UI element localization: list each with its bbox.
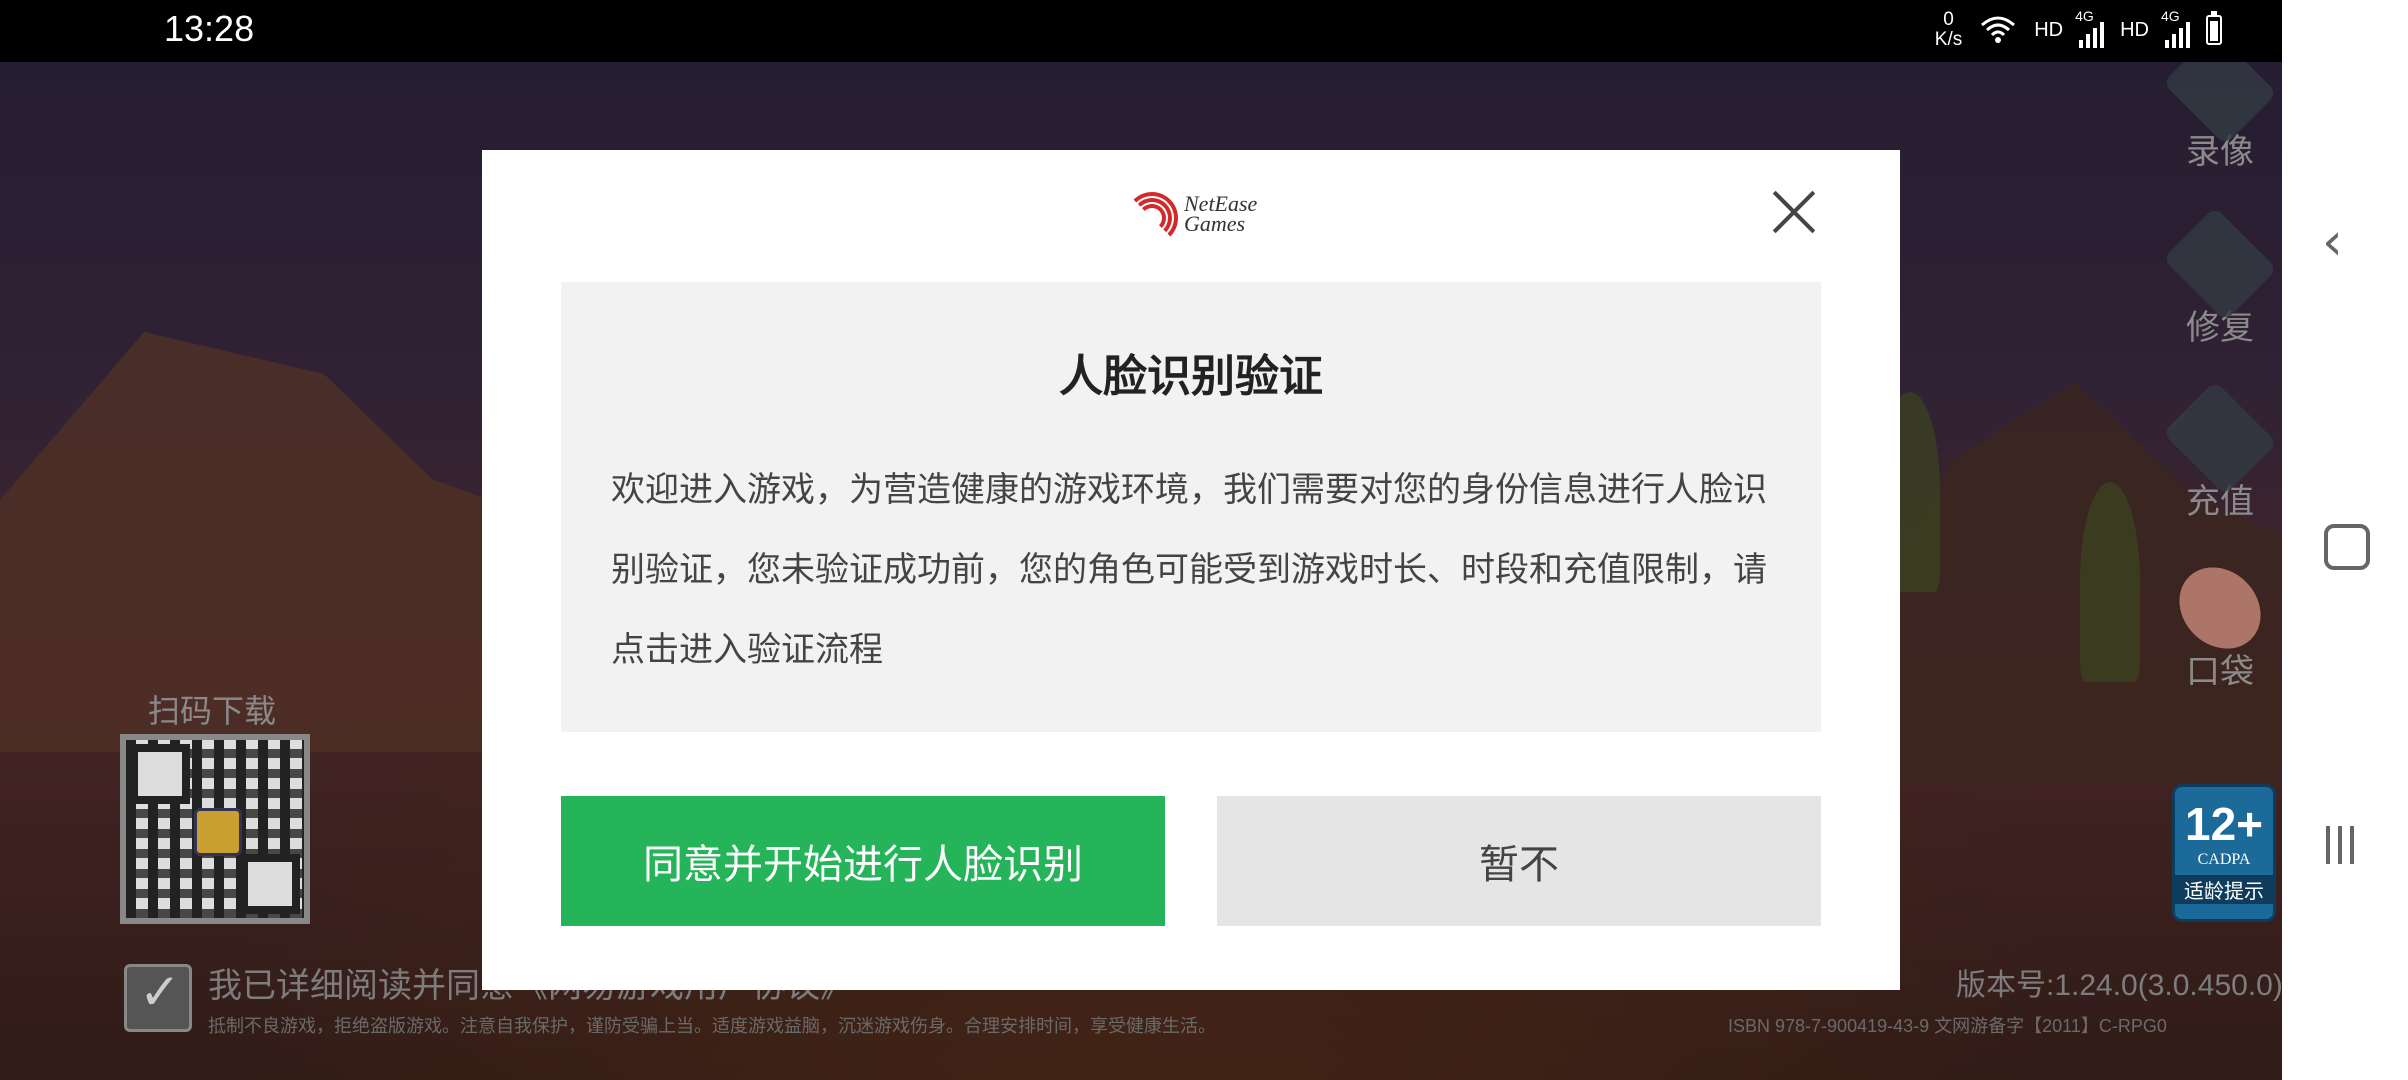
netease-logo-icon [1118,186,1190,244]
side-menu-repair[interactable]: 修复 [2160,206,2280,349]
isbn-label: ISBN 978-7-900419-43-9 文网游备字【2011】C-RPG0 [1728,1016,2167,1036]
recents-icon[interactable] [2326,826,2354,864]
dialog-content: 人脸识别验证 欢迎进入游戏，为营造健康的游戏环境，我们需要对您的身份信息进行人脸… [561,282,1821,732]
signal-label-1: 4G [2075,8,2094,24]
signal-icon: 4G [2161,8,2190,48]
side-menu-recharge[interactable]: 充值 [2160,380,2280,523]
net-speed-value: 0 [1943,9,1954,30]
age-rating-number: 12+ [2184,798,2264,850]
net-speed: 0 K/s [1935,10,1962,50]
agree-face-recognition-button[interactable]: 同意并开始进行人脸识别 [561,796,1165,926]
side-menu-pocket[interactable]: 口袋 [2160,550,2280,693]
logo-line-2: Games [1184,211,1246,236]
agreement-checkbox[interactable]: ✓ [124,963,192,1032]
hd-label-2: HD [2120,18,2149,41]
netease-logo-text: NetEase Games [1184,193,1257,236]
dialog-body: 欢迎进入游戏，为营造健康的游戏环境，我们需要对您的身份信息进行人脸识别验证，您未… [611,470,1767,670]
version-label: 版本号:1.24.0(3.0.450.0) [1956,969,2283,1002]
age-rating-org: CADPA [2197,851,2251,868]
side-menu-pocket-label: 口袋 [2186,652,2254,692]
face-verification-dialog: NetEase Games 人脸识别验证 欢迎进入游戏，为营造健康的游戏环境，我… [482,150,1900,990]
home-icon[interactable] [2324,524,2370,570]
age-rating-badge[interactable]: 12+ CADPA 适龄提示 [2172,784,2276,922]
qr-code [120,734,310,924]
not-now-button[interactable]: 暂不 [1217,796,1821,926]
back-icon[interactable]: ‹ [2322,212,2343,272]
status-icons: 0 K/s HD 4G HD 4G [1935,8,2222,50]
signal-icon: 4G [2075,8,2105,48]
qr-label: 扫码下载 [148,692,277,730]
side-menu-record[interactable]: 录像 [2160,62,2280,173]
qr-badge [194,808,242,856]
navigation-bar: ‹ [2282,0,2408,1080]
age-rating-hint: 适龄提示 [2175,875,2273,904]
hd-label-1: HD [2034,18,2064,41]
signal-label-2: 4G [2161,8,2180,24]
close-icon[interactable] [1772,190,1816,234]
wifi-icon [1981,16,2016,43]
check-icon: ✓ [139,963,181,1021]
netease-logo: NetEase Games [1118,186,1257,244]
health-notice: 抵制不良游戏，拒绝盗版游戏。注意自我保护，谨防受骗上当。适度游戏益脑，沉迷游戏伤… [208,1016,1216,1037]
status-time: 13:28 [164,8,255,49]
dialog-title: 人脸识别验证 [1059,351,1323,402]
battery-icon [2206,11,2222,45]
net-speed-unit: K/s [1934,29,1963,50]
status-bar: 13:28 0 K/s HD 4G HD 4G [0,0,2282,62]
